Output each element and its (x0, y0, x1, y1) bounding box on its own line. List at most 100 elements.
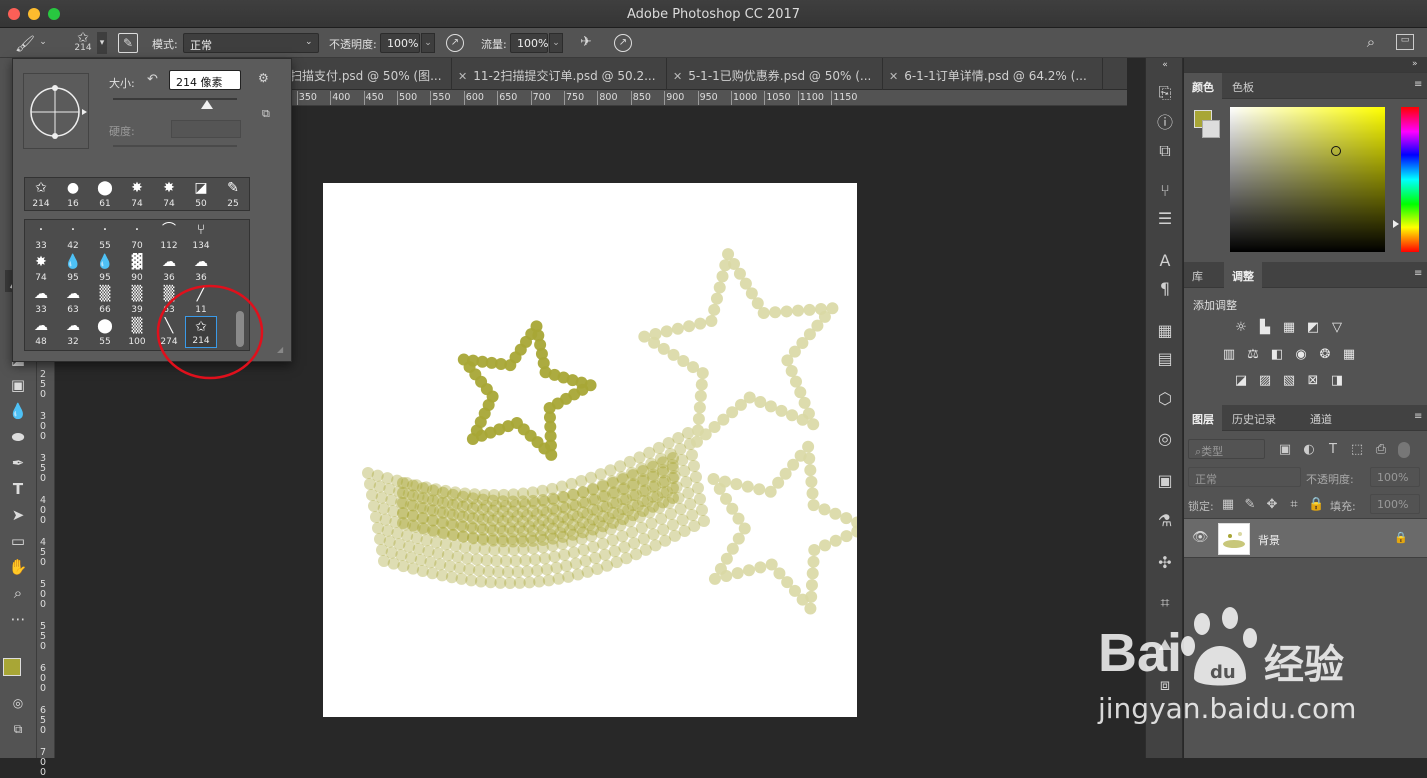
tab-document[interactable]: ✕ 5-1-1已购优惠券.psd @ 50% (... (667, 58, 883, 90)
smart-object-filter-icon[interactable]: ⎙ (1373, 442, 1389, 458)
bg-color-chip[interactable] (1202, 120, 1220, 138)
hue-slider-thumb[interactable] (1393, 220, 1399, 228)
character-icon[interactable]: A (1153, 250, 1177, 272)
type-tool-icon[interactable]: T (5, 478, 31, 500)
lock-artboard-icon[interactable]: ⌗ (1286, 497, 1302, 513)
mode-select[interactable]: 正常 (183, 33, 319, 53)
brush-preset[interactable]: ▒ 100 (121, 316, 153, 348)
brush-settings-icon[interactable]: ⑂ (1153, 180, 1177, 202)
pen-tool-icon[interactable]: ✒ (5, 452, 31, 474)
brightness-icon[interactable]: ☼ (1233, 320, 1249, 336)
airbrush-icon[interactable]: ✈ (576, 34, 596, 50)
close-icon[interactable]: ✕ (458, 70, 467, 83)
opacity-dropdown[interactable]: ⌄ (421, 33, 435, 53)
screen-mode-icon[interactable]: ⧉ (5, 718, 31, 740)
brush-preset[interactable]: ☁ 48 (25, 316, 57, 348)
layer-filter-select[interactable]: ⌕类型 (1188, 439, 1265, 459)
hue-sat-icon[interactable]: ▥ (1221, 347, 1237, 363)
lock-pixels-icon[interactable]: ✎ (1242, 497, 1258, 513)
selective-color-icon[interactable]: ◨ (1329, 373, 1345, 389)
gear-icon[interactable]: ⚙ (258, 71, 269, 85)
notes-icon[interactable]: ▤ (1153, 348, 1177, 370)
panel-menu-icon[interactable]: ≡ (1414, 79, 1422, 90)
vibrance-icon[interactable]: ▽ (1329, 320, 1345, 336)
channel-mixer-icon[interactable]: ❂ (1317, 347, 1333, 363)
zoom-tool-icon[interactable]: ⌕ (5, 582, 31, 604)
close-icon[interactable]: ✕ (889, 70, 898, 83)
brush-preset[interactable]: · 42 (57, 220, 89, 252)
size-slider-track[interactable] (113, 98, 237, 100)
tab-document[interactable]: 扫描支付.psd @ 50% (图... (290, 58, 452, 90)
lock-all-icon[interactable]: 🔒 (1308, 497, 1324, 513)
brush-preset[interactable]: ☁ 63 (57, 284, 89, 316)
tab-adjustments[interactable]: 调整 (1224, 262, 1262, 288)
brush-preset[interactable]: ☁ 32 (57, 316, 89, 348)
brush-angle-preview[interactable] (23, 73, 89, 149)
lock-transparent-icon[interactable]: ▦ (1220, 497, 1236, 513)
tab-history[interactable]: 历史记录 (1224, 405, 1284, 431)
resize-grip-icon[interactable]: ◢ (277, 345, 287, 355)
opacity-field[interactable]: 100% (380, 33, 420, 53)
brush-preset[interactable]: ⌒ 112 (153, 220, 185, 252)
size-slider-thumb[interactable] (201, 100, 213, 109)
collapse-icon[interactable]: » (1412, 59, 1418, 69)
brush-preset[interactable]: · 55 (89, 220, 121, 252)
flow-field[interactable]: 100% (510, 33, 548, 53)
adjustment-filter-icon[interactable]: ◐ (1301, 442, 1317, 458)
type-filter-icon[interactable]: T (1325, 442, 1341, 458)
quick-mask-icon[interactable]: ◎ (5, 692, 31, 714)
exposure-icon[interactable]: ◩ (1305, 320, 1321, 336)
history-panel-icon[interactable]: ⎘ (1153, 82, 1177, 104)
panel-menu-icon[interactable]: ≡ (1414, 411, 1422, 422)
brush-preset[interactable]: ⬤ 61 (89, 178, 121, 210)
blend-mode-select[interactable]: 正常 (1188, 467, 1301, 487)
flow-dropdown[interactable]: ⌄ (549, 33, 563, 53)
size-field[interactable]: 214 像素 (169, 70, 241, 90)
chevron-down-icon[interactable]: ⌄ (38, 37, 48, 47)
color-lookup-icon[interactable]: ▦ (1341, 347, 1357, 363)
brush-preset[interactable]: ✸ 74 (25, 252, 57, 284)
brush-preset[interactable]: ▒ 39 (121, 284, 153, 316)
lock-position-icon[interactable]: ✥ (1264, 497, 1280, 513)
glyphs-icon[interactable]: ⚗ (1153, 510, 1177, 532)
folder-icon[interactable]: ▣ (1153, 470, 1177, 492)
photo-filter-icon[interactable]: ◉ (1293, 347, 1309, 363)
hardness-field[interactable] (171, 120, 241, 138)
panel-menu-icon[interactable]: ≡ (1414, 268, 1422, 279)
brush-panel-toggle-icon[interactable]: ✎ (118, 33, 138, 53)
tab-layers[interactable]: 图层 (1184, 405, 1222, 431)
gradient-map-icon[interactable]: ⊠ (1305, 373, 1321, 389)
brush-preset[interactable]: 💧 95 (57, 252, 89, 284)
search-icon[interactable]: ⌕ (1362, 33, 1380, 51)
tab-channels[interactable]: 通道 (1302, 405, 1340, 431)
hardness-slider-track[interactable] (113, 145, 237, 147)
black-white-icon[interactable]: ◧ (1269, 347, 1285, 363)
brush-preset[interactable]: ✸ 74 (153, 178, 185, 210)
more-tools-icon[interactable]: ⋯ (5, 608, 31, 630)
invert-icon[interactable]: ◪ (1233, 373, 1249, 389)
pixel-filter-icon[interactable]: ▣ (1277, 442, 1293, 458)
brush-preset-picker[interactable]: ✩ 214 (70, 30, 96, 58)
path-select-tool-icon[interactable]: ➤ (5, 504, 31, 526)
eye-icon[interactable]: 👁 (1192, 530, 1209, 545)
brush-preset[interactable]: ▓ 90 (121, 252, 153, 284)
rectangle-tool-icon[interactable]: ▭ (5, 530, 31, 552)
new-preset-icon[interactable]: ⧉ (262, 107, 270, 121)
info-icon[interactable]: ⓘ (1153, 112, 1177, 134)
brush-preset[interactable]: ● 16 (57, 178, 89, 210)
foreground-color-swatch[interactable] (3, 658, 21, 676)
fill-field[interactable]: 100% (1370, 494, 1420, 514)
brush-preset[interactable]: ◪ 50 (185, 178, 217, 210)
layer-opacity-field[interactable]: 100% (1370, 467, 1420, 487)
reset-size-icon[interactable]: ↶ (147, 72, 158, 87)
pressure-size-icon[interactable]: ↗ (614, 34, 632, 52)
tab-libraries[interactable]: 库 (1184, 262, 1211, 288)
gradient-tool-icon[interactable]: ▣ (5, 374, 31, 396)
brush-preset[interactable]: ▒ 66 (89, 284, 121, 316)
brush-preset[interactable]: ☁ 33 (25, 284, 57, 316)
threshold-icon[interactable]: ▧ (1281, 373, 1297, 389)
shape-filter-icon[interactable]: ⬚ (1349, 442, 1365, 458)
hue-slider[interactable] (1401, 107, 1419, 252)
brush-preset[interactable]: · 33 (25, 220, 57, 252)
hand-tool-icon[interactable]: ✋ (5, 556, 31, 578)
